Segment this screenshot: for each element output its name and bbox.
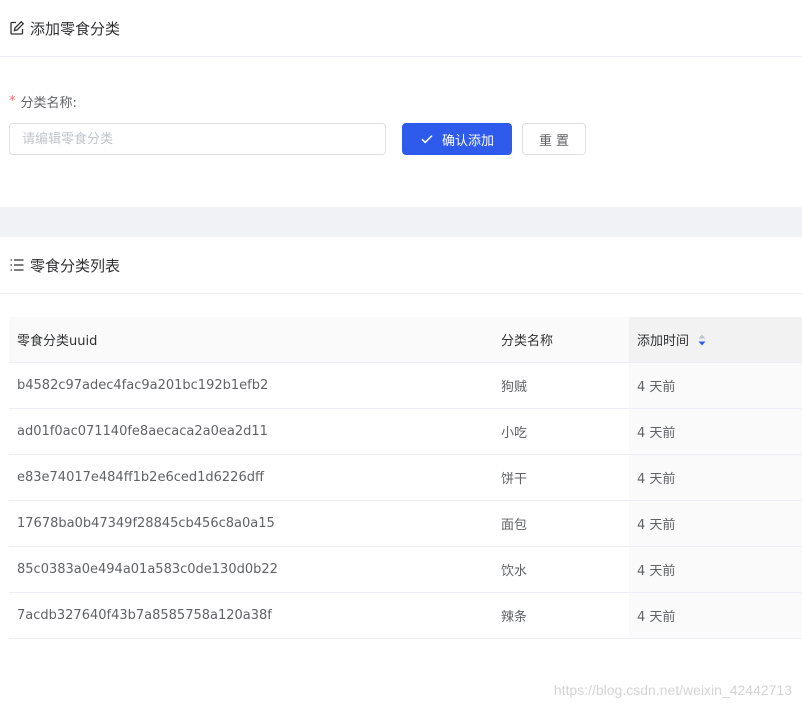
cell-uuid: 17678ba0b47349f28845cb456c8a0a15 xyxy=(17,516,275,531)
category-table: 零食分类uuid 分类名称 添加时间 b4582c97adec4fac9a201… xyxy=(9,317,802,639)
category-name-label-text: 分类名称: xyxy=(20,96,77,111)
table-row: e83e74017e484ff1b2e6ced1d6226dff 饼干 4 天前 xyxy=(9,455,802,501)
cell-uuid: e83e74017e484ff1b2e6ced1d6226dff xyxy=(17,470,264,485)
table-row: 17678ba0b47349f28845cb456c8a0a15 面包 4 天前 xyxy=(9,501,802,547)
reset-label: 重置 xyxy=(538,133,573,149)
add-card-title: 添加零食分类 xyxy=(30,19,121,38)
cell-time: 4 天前 xyxy=(629,455,802,500)
cell-uuid: 7acdb327640f43b7a8585758a120a38f xyxy=(17,608,272,623)
cell-time: 4 天前 xyxy=(629,501,802,546)
column-header-time-label: 添加时间 xyxy=(637,334,690,349)
page: 添加零食分类 * 分类名称: 确认添加 重置 零食分类列表 零食分类uuid xyxy=(0,0,802,709)
column-header-name: 分类名称 xyxy=(501,334,554,349)
cell-name: 小吃 xyxy=(501,426,528,441)
cell-name: 辣条 xyxy=(501,610,528,625)
column-header-time[interactable]: 添加时间 xyxy=(629,317,802,362)
cell-uuid: ad01f0ac071140fe8aecaca2a0ea2d11 xyxy=(17,424,268,439)
sort-icon[interactable] xyxy=(697,333,707,347)
category-name-input[interactable] xyxy=(9,123,386,155)
table-header: 零食分类uuid 分类名称 添加时间 xyxy=(9,317,802,363)
cell-time: 4 天前 xyxy=(629,363,802,408)
check-icon xyxy=(420,132,434,146)
cell-name: 狗贼 xyxy=(501,380,528,395)
cell-name: 饼干 xyxy=(501,472,528,487)
list-card-title: 零食分类列表 xyxy=(30,256,121,275)
cell-time: 4 天前 xyxy=(629,593,802,638)
cell-uuid: 85c0383a0e494a01a583c0de130d0b22 xyxy=(17,562,278,577)
cell-time: 4 天前 xyxy=(629,409,802,454)
required-mark: * xyxy=(9,94,16,109)
table-row: 7acdb327640f43b7a8585758a120a38f 辣条 4 天前 xyxy=(9,593,802,639)
table-row: b4582c97adec4fac9a201bc192b1efb2 狗贼 4 天前 xyxy=(9,363,802,409)
section-divider-band xyxy=(0,207,802,237)
confirm-add-button[interactable]: 确认添加 xyxy=(402,123,512,155)
cell-uuid: b4582c97adec4fac9a201bc192b1efb2 xyxy=(17,378,269,393)
reset-button[interactable]: 重置 xyxy=(522,123,586,155)
category-name-label: * 分类名称: xyxy=(9,92,77,111)
cell-time: 4 天前 xyxy=(629,547,802,592)
table-row: ad01f0ac071140fe8aecaca2a0ea2d11 小吃 4 天前 xyxy=(9,409,802,455)
edit-icon xyxy=(9,20,25,36)
column-header-uuid: 零食分类uuid xyxy=(17,334,98,349)
watermark: https://blog.csdn.net/weixin_42442713 xyxy=(553,682,792,698)
cell-name: 面包 xyxy=(501,518,528,533)
add-card-header: 添加零食分类 xyxy=(0,0,802,57)
cell-name: 饮水 xyxy=(501,564,528,579)
confirm-add-label: 确认添加 xyxy=(441,133,494,149)
list-icon xyxy=(9,257,25,273)
table-row: 85c0383a0e494a01a583c0de130d0b22 饮水 4 天前 xyxy=(9,547,802,593)
list-card-header: 零食分类列表 xyxy=(0,237,802,294)
